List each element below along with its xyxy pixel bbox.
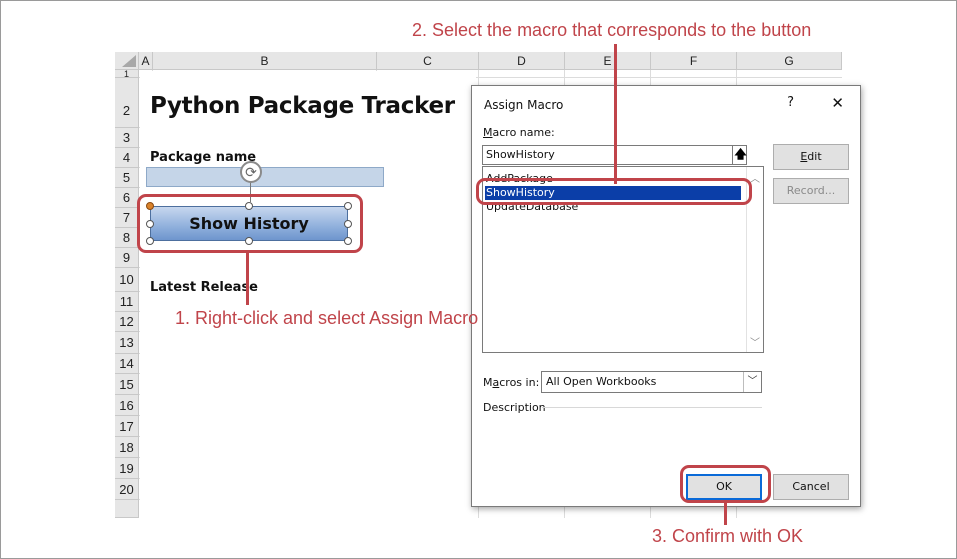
description-label: Description [483,401,546,414]
callout-connector-3 [724,503,727,525]
row-header-7[interactable]: 7 [115,208,139,228]
row-header-11[interactable]: 11 [115,292,139,312]
package-name-input-cell[interactable] [146,167,384,187]
highlight-show-history-button [137,194,363,253]
edit-button[interactable]: Edit [773,144,849,170]
latest-release-label: Latest Release [150,280,258,295]
row-header-16[interactable]: 16 [115,395,139,416]
macro-name-label-text: acro name: [492,126,555,139]
row-header-13[interactable]: 13 [115,332,139,354]
row-header-12[interactable]: 12 [115,312,139,332]
column-header-g[interactable]: G [737,52,842,70]
chevron-down-icon[interactable]: ﹀ [743,372,761,392]
callout-connector-2 [614,44,617,184]
close-icon[interactable]: ✕ [831,94,844,112]
row-header-14[interactable]: 14 [115,354,139,374]
row-header-17[interactable]: 17 [115,416,139,437]
column-header-c[interactable]: C [377,52,479,70]
macro-name-label: Macro name: [483,126,555,139]
scroll-down-icon[interactable]: ﹀ [747,334,763,349]
record-button[interactable]: Record... [773,178,849,204]
dialog-title: Assign Macro [484,98,564,112]
row-header-19[interactable]: 19 [115,458,139,479]
macro-name-accesskey: M [483,126,493,139]
highlight-ok-button [680,465,771,503]
edit-label: dit [807,150,822,163]
row-header-10[interactable]: 10 [115,268,139,292]
callout-connector-1 [246,253,249,305]
description-separator [542,407,762,408]
sheet-title: Python Package Tracker [150,93,455,119]
column-header-e[interactable]: E [565,52,651,70]
callout-step-1: 1. Right-click and select Assign Macro [175,308,479,328]
callout-step-3: 3. Confirm with OK [652,526,804,546]
rotate-handle-icon[interactable]: ⟳ [240,161,262,183]
collapse-dialog-arrow-icon[interactable]: 🡅 [732,145,748,165]
row-header-4[interactable]: 4 [115,148,139,168]
macros-in-label-start: M [483,376,493,389]
row-header-8[interactable]: 8 [115,228,139,248]
row-header-5[interactable]: 5 [115,168,139,188]
column-header-d[interactable]: D [479,52,565,70]
select-all-triangle-icon [122,55,136,67]
select-all-corner[interactable] [115,52,139,70]
column-header-b[interactable]: B [153,52,377,70]
highlight-selected-macro [476,178,752,205]
row-header-21[interactable] [115,500,139,518]
assign-macro-dialog: Assign Macro ? ✕ Macro name: ShowHistory… [471,85,861,507]
macros-in-label: Macros in: [483,376,539,389]
row-header-15[interactable]: 15 [115,374,139,395]
macros-in-value: All Open Workbooks [546,375,657,388]
package-name-label: Package name [150,150,257,165]
row-header-6[interactable]: 6 [115,188,139,208]
cancel-button[interactable]: Cancel [773,474,849,500]
row-header-18[interactable]: 18 [115,437,139,458]
column-header-f[interactable]: F [651,52,737,70]
row-header-20[interactable]: 20 [115,479,139,500]
row-header-9[interactable]: 9 [115,248,139,268]
column-header-a[interactable]: A [139,52,153,70]
callout-step-2: 2. Select the macro that corresponds to … [412,20,812,40]
help-icon[interactable]: ? [787,95,794,110]
macros-in-dropdown[interactable]: All Open Workbooks ﹀ [541,371,762,393]
row-header-2[interactable]: 2 [115,78,139,128]
row-header-3[interactable]: 3 [115,128,139,148]
macros-in-label-text: cros in: [499,376,540,389]
row-header-1[interactable]: 1 [115,70,139,78]
